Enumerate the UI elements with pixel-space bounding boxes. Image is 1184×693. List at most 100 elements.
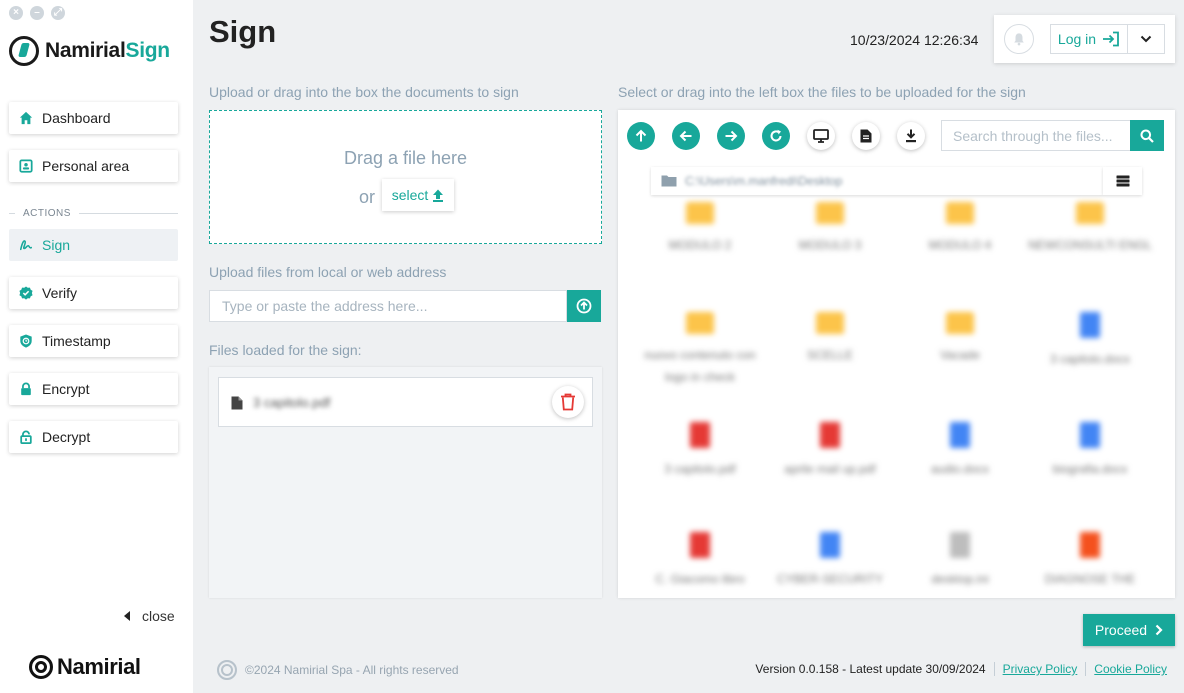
pdf-file-icon [690,532,710,558]
list-icon [1116,175,1129,187]
file-icon [231,396,243,410]
upload-circle-icon [576,298,592,314]
file-tile[interactable]: audio.docx [895,422,1025,480]
loaded-file-row: 3 capitolo.pdf [218,377,593,427]
arrow-right-icon [725,130,738,142]
folder-icon [1076,202,1104,224]
privacy-policy-link[interactable]: Privacy Policy [1003,662,1078,676]
sidebar-item-label: Decrypt [42,429,91,445]
sidebar-item-label: Encrypt [42,381,90,397]
actions-section-label: ACTIONS [9,208,178,219]
navigate-back-button[interactable] [672,122,700,150]
downloads-button[interactable] [897,122,925,150]
window-minimize-button[interactable]: – [30,6,44,20]
file-search-button[interactable] [1130,120,1164,151]
folder-icon [816,202,844,224]
app-logo: NamirialSign [9,36,170,66]
refresh-button[interactable] [762,122,790,150]
window-maximize-button[interactable]: ⤢ [51,6,65,20]
sidebar-item-label: Verify [42,285,78,301]
file-tile[interactable]: CYBER-SECURITY [765,532,895,590]
shield-clock-icon [19,334,33,348]
word-file-icon [1080,312,1100,338]
window-controls: × – ⤢ [9,6,65,20]
home-icon [19,111,33,125]
user-box: Log in [994,15,1175,63]
download-icon [906,129,916,143]
documents-button[interactable] [852,122,880,150]
folder-icon [686,312,714,334]
pdf-file-icon [690,422,710,448]
notifications-button[interactable] [1004,24,1034,54]
current-path-bar: C:\Users\m.manfredi\Desktop [651,167,1103,195]
unlock-icon [19,430,33,444]
document-icon [860,129,872,143]
file-tile[interactable]: biografia.docx [1025,422,1155,480]
id-card-icon [19,159,33,173]
user-menu-toggle[interactable] [1128,24,1165,54]
sidebar-item-verify[interactable]: Verify [9,277,178,309]
file-tile[interactable]: NEWCONSULTI ENGL [1025,202,1155,256]
sidebar-item-sign[interactable]: Sign [9,229,178,261]
window-close-button[interactable]: × [9,6,23,20]
list-view-button[interactable] [1103,167,1142,195]
arrow-left-icon [679,130,692,142]
sidebar-item-dashboard[interactable]: Dashboard [9,102,178,134]
document-drop-zone[interactable]: Drag a file here or select [209,110,602,244]
word-file-icon [820,532,840,558]
pdf-file-icon [820,422,840,448]
file-tile[interactable]: MODULO 2 [635,202,765,256]
sidebar-close-toggle[interactable]: close [124,608,175,624]
page-title: Sign [209,14,277,49]
trash-icon [561,393,575,411]
sidebar-item-timestamp[interactable]: Timestamp [9,325,178,357]
file-tile[interactable]: Vacade [895,312,1025,366]
navigate-up-button[interactable] [627,122,655,150]
folder-icon [661,175,677,187]
sidebar-item-decrypt[interactable]: Decrypt [9,421,178,453]
file-tile[interactable]: 3 capitolo.pdf [635,422,765,480]
sidebar-item-encrypt[interactable]: Encrypt [9,373,178,405]
remove-file-button[interactable] [552,386,584,418]
sign-in-icon [1103,31,1119,47]
sidebar-item-personal-area[interactable]: Personal area [9,150,178,182]
select-file-button[interactable]: select [382,179,454,211]
file-tile[interactable]: DIAGNOSE THE [1025,532,1155,590]
datetime-display: 10/23/2024 12:26:34 [850,32,979,48]
or-text: or [359,187,376,207]
navigate-forward-button[interactable] [717,122,745,150]
file-search-input[interactable] [941,120,1131,151]
loaded-file-name: 3 capitolo.pdf [253,395,331,410]
file-tile[interactable]: 3 capitolo.docx [1025,312,1155,370]
file-browser: C:\Users\m.manfredi\Desktop MODULO 2 MOD… [618,110,1175,598]
lock-icon [19,382,33,396]
login-button[interactable]: Log in [1050,24,1128,54]
desktop-button[interactable] [807,122,835,150]
file-tile[interactable]: aprile mail up.pdf [765,422,895,480]
file-tile[interactable]: nuovo contenuto con logo in check [635,312,765,388]
file-tile[interactable]: MODULO 4 [895,202,1025,256]
folder-icon [686,202,714,224]
logo-text-accent: Sign [125,39,170,62]
sidebar-item-label: Personal area [42,158,130,174]
monitor-icon [813,129,829,143]
refresh-icon [770,129,782,142]
footer-links: Version 0.0.158 - Latest update 30/09/20… [755,662,1167,676]
word-file-icon [950,422,970,448]
sidebar: × – ⤢ NamirialSign Dashboard Personal ar… [0,0,193,693]
footer-copyright: ©2024 Namirial Spa - All rights reserved [217,660,459,680]
namirial-ring-icon [29,655,53,679]
url-input[interactable] [209,290,567,322]
file-tile[interactable]: MODULO 3 [765,202,895,256]
caret-left-icon [124,611,130,621]
proceed-button[interactable]: Proceed [1083,614,1175,646]
folder-icon [946,202,974,224]
current-path-text: C:\Users\m.manfredi\Desktop [685,174,843,188]
file-tile[interactable]: SCELLE [765,312,895,366]
arrow-up-icon [635,129,647,142]
url-upload-button[interactable] [567,290,601,322]
file-tile[interactable]: C. Giacomo libro [635,532,765,590]
file-tile[interactable]: desktop.ini [895,532,1025,590]
sidebar-item-label: Sign [42,237,71,253]
cookie-policy-link[interactable]: Cookie Policy [1094,662,1167,676]
